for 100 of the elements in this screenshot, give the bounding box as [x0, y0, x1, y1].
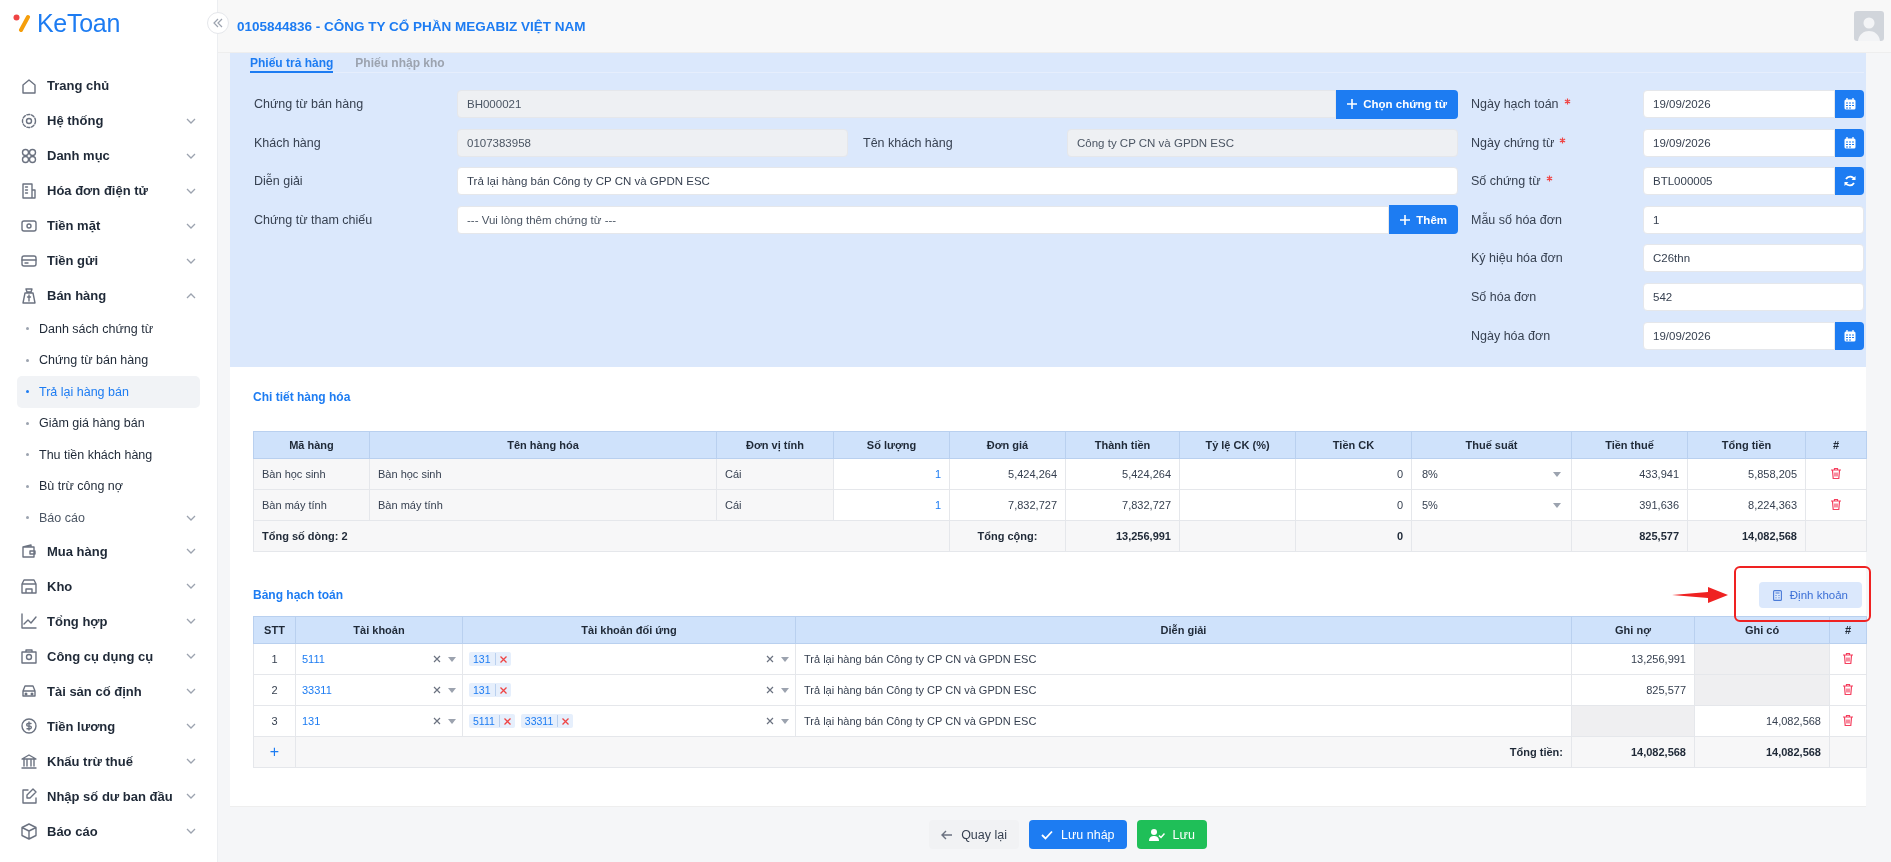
arrow-left-icon	[941, 829, 954, 840]
sidebar-item[interactable]: Danh mục	[17, 138, 200, 173]
table-cell: 8,224,363	[1687, 489, 1806, 521]
sidebar-item[interactable]: Bán hàng	[17, 278, 200, 313]
account-tag: 33311	[520, 714, 574, 728]
column-header: STT	[253, 616, 296, 644]
refresh-button[interactable]	[1835, 167, 1864, 196]
sidebar-item[interactable]: Hóa đơn điện tử	[17, 173, 200, 208]
column-header: Thành tiền	[1065, 431, 1180, 459]
caret-icon	[448, 656, 456, 662]
bag-icon	[20, 286, 38, 305]
required-icon	[1563, 98, 1571, 105]
back-button[interactable]: Quay lại	[929, 820, 1019, 849]
sidebar-item[interactable]: Tiền mặt	[17, 208, 200, 243]
input-field[interactable]: Công ty CP CN và GPDN ESC	[1067, 128, 1458, 157]
grid-icon	[20, 146, 38, 165]
table-cell: Trả lại hàng bán Công ty CP CN và GPDN ESC	[795, 705, 1572, 737]
submenu-item[interactable]: Giảm giá hàng bán	[17, 407, 200, 439]
remove-icon[interactable]	[499, 686, 507, 694]
delete-button[interactable]	[1831, 498, 1841, 510]
column-header: Đơn vị tính	[716, 431, 834, 459]
chevron-down-icon	[186, 514, 196, 521]
table-cell: 1	[833, 458, 950, 490]
submenu-item[interactable]: Danh sách chứng từ	[17, 313, 200, 345]
input-field[interactable]: 19/09/2026	[1643, 90, 1835, 118]
column-header: Diễn giải	[795, 616, 1572, 644]
field-label: Chứng từ bán hàng	[254, 96, 365, 113]
sidebar-item[interactable]: Tổng hợp	[17, 603, 200, 639]
calendar-icon	[1843, 98, 1856, 110]
calendar-button[interactable]	[1835, 128, 1864, 157]
input-field[interactable]: BTL000005	[1643, 167, 1835, 196]
sidebar-item[interactable]: Hệ thống	[17, 103, 200, 138]
remove-icon[interactable]	[503, 717, 511, 725]
sidebar-item[interactable]: Tiền gửi	[17, 243, 200, 278]
add-button[interactable]: Thêm	[1389, 205, 1458, 235]
field-label: Số hóa đơn	[1471, 289, 1537, 304]
submenu-item[interactable]: Thu tiền khách hàng	[17, 439, 200, 471]
field-label: Ngày hạch toán	[1471, 97, 1559, 111]
post-entries-button[interactable]: Định khoản	[1758, 582, 1862, 608]
column-header: Thuế suất	[1411, 431, 1572, 459]
box-icon	[20, 822, 38, 840]
table-cell: 0	[1295, 520, 1412, 552]
edit-icon	[20, 787, 38, 805]
input-field[interactable]: BH000021	[457, 90, 1337, 118]
calendar-button[interactable]	[1835, 90, 1864, 118]
choose-voucher-button[interactable]: Chọn chứng từ	[1336, 89, 1458, 119]
remove-icon[interactable]	[562, 717, 570, 725]
delete-button[interactable]	[1843, 683, 1853, 695]
sidebar-item[interactable]: Công cụ dụng cụ	[17, 638, 200, 674]
add-row-button[interactable]: +	[269, 744, 280, 760]
plus-icon	[1400, 214, 1411, 225]
sidebar-item[interactable]: Kho	[17, 568, 200, 604]
sidebar-item[interactable]: Khấu trừ thuế	[17, 743, 200, 779]
submenu-item[interactable]: Trả lại hàng bán	[17, 376, 200, 408]
account-tag: 131	[469, 652, 511, 666]
column-header: Số lượng	[833, 431, 950, 459]
submenu-item[interactable]: Chứng từ bán hàng	[17, 344, 200, 376]
column-header: Ghi có	[1694, 616, 1830, 644]
table-cell: Tổng số dòng: 2	[253, 520, 950, 552]
sidebar-item[interactable]: Báo cáo	[17, 813, 200, 849]
table-cell: 5,424,264	[949, 458, 1066, 490]
sidebar-item[interactable]: Tài sản cố định	[17, 673, 200, 709]
home-icon	[20, 76, 38, 95]
account-tag: 5111	[469, 714, 515, 728]
input-field[interactable]: 19/09/2026	[1643, 128, 1835, 157]
sidebar-item[interactable]: Nhập số dư ban đầu	[17, 778, 200, 814]
wallet-icon	[20, 542, 38, 560]
table-cell: Tổng cộng:	[949, 520, 1066, 552]
table-cell: Bàn học sinh	[253, 458, 370, 490]
trash-icon	[1843, 683, 1853, 695]
submenu-item[interactable]: Bù trừ công nợ	[17, 470, 200, 502]
calendar-button[interactable]	[1835, 321, 1864, 350]
trash-icon	[1843, 714, 1853, 726]
field-label: Ngày hóa đơn	[1471, 328, 1551, 343]
column-header: #	[1805, 431, 1867, 459]
sidebar-item[interactable]: Tiền lương	[17, 708, 200, 744]
delete-button[interactable]	[1831, 467, 1841, 479]
calculator-icon	[1772, 589, 1782, 601]
delete-button[interactable]	[1843, 714, 1853, 726]
remove-icon[interactable]	[499, 655, 507, 663]
input-field[interactable]: 542	[1643, 282, 1864, 311]
input-field[interactable]: 0107383958	[457, 128, 848, 157]
sidebar-item[interactable]: Mua hàng	[17, 533, 200, 569]
input-field[interactable]: 1	[1643, 205, 1864, 234]
column-header: Tiền thuế	[1571, 431, 1688, 459]
table-cell: 1	[833, 489, 950, 521]
sidebar-item[interactable]: Trang chủ	[17, 68, 200, 103]
save-draft-button[interactable]: Lưu nháp	[1029, 820, 1127, 849]
gear-icon	[20, 111, 38, 130]
delete-button[interactable]	[1843, 652, 1853, 664]
dollar-icon	[20, 717, 38, 735]
logo-text: KeToan	[37, 12, 120, 34]
table-cell: 391,636	[1571, 489, 1688, 521]
submenu-item[interactable]: Báo cáo	[17, 502, 200, 534]
input-field[interactable]: 19/09/2026	[1643, 321, 1835, 350]
field-label: Số chứng từ	[1471, 174, 1541, 189]
logo-icon	[13, 14, 33, 32]
input-field[interactable]: --- Vui lòng thêm chứng từ ---	[457, 205, 1390, 234]
input-field[interactable]: Trả lại hàng bán Công ty CP CN và GPDN ESC	[457, 167, 1458, 196]
input-field[interactable]: C26thn	[1643, 244, 1864, 273]
